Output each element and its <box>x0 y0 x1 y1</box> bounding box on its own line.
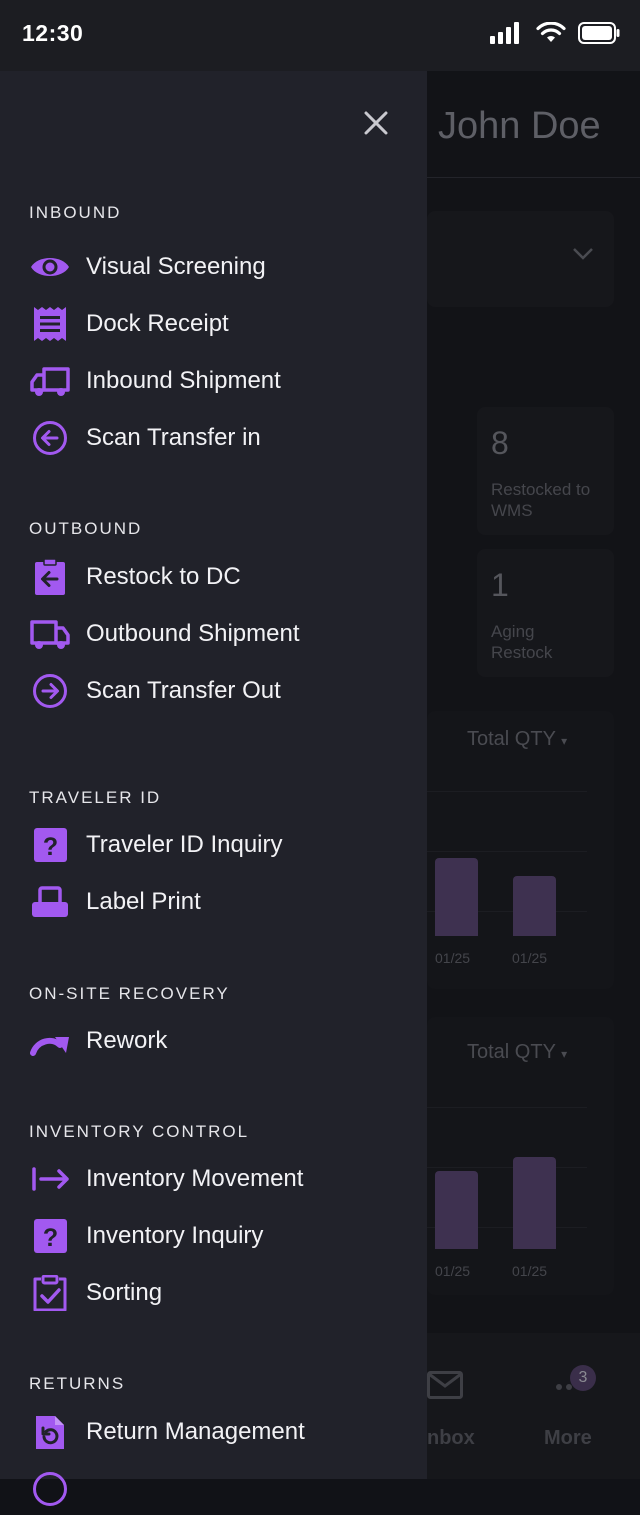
section-title-on-site-recovery: ON-SITE RECOVERY <box>29 984 230 1003</box>
status-time: 12:30 <box>22 20 84 46</box>
chart-date: 01/25 <box>435 1263 471 1279</box>
menu-label: Inbound Shipment <box>86 367 281 394</box>
menu-item-scan-transfer-in[interactable]: Scan Transfer in <box>0 412 427 464</box>
menu-item-partial[interactable] <box>0 1463 427 1515</box>
truck-outline-icon <box>30 620 70 649</box>
question-square-icon: ? <box>34 828 67 862</box>
close-icon[interactable] <box>358 105 394 141</box>
navigation-drawer: INBOUND Visual Screening Dock Receipt In… <box>0 71 427 1506</box>
menu-item-label-print[interactable]: Label Print <box>0 876 427 928</box>
user-name: John Doe <box>438 105 601 147</box>
clipboard-check-icon <box>33 1275 67 1311</box>
section-title-outbound: OUTBOUND <box>29 519 143 538</box>
svg-text:?: ? <box>43 1224 58 1252</box>
menu-label: Scan Transfer in <box>86 424 261 451</box>
chart-selector[interactable]: Total QTY ▾ <box>467 728 567 751</box>
menu-item-visual-screening[interactable]: Visual Screening <box>0 241 427 293</box>
menu-label: Rework <box>86 1027 168 1054</box>
svg-text:?: ? <box>43 833 58 861</box>
arrow-circle-left-icon <box>33 421 67 455</box>
receipt-icon <box>34 307 66 341</box>
file-return-icon <box>36 1416 64 1449</box>
section-title-traveler-id: TRAVELER ID <box>29 788 162 807</box>
menu-item-inventory-movement[interactable]: Inventory Movement <box>0 1153 427 1205</box>
chart-date: 01/25 <box>435 950 471 966</box>
section-title-inbound: INBOUND <box>29 203 122 222</box>
chart-date: 01/25 <box>512 950 548 966</box>
menu-label: Inventory Inquiry <box>86 1222 264 1249</box>
menu-label: Inventory Movement <box>86 1165 304 1192</box>
notification-badge: 3 <box>570 1365 596 1391</box>
wifi-icon <box>536 22 566 42</box>
chart-bar <box>513 876 556 936</box>
truck-icon <box>30 367 70 396</box>
header-divider <box>427 177 640 178</box>
mail-icon <box>427 1371 463 1399</box>
bottom-nav: nbox 3 More <box>427 1333 640 1479</box>
stat-label: Aging Restock <box>491 622 553 662</box>
menu-item-outbound-shipment[interactable]: Outbound Shipment <box>0 608 427 660</box>
status-bar: 12:30 <box>0 0 640 71</box>
battery-icon <box>578 22 620 44</box>
status-icons <box>490 22 620 44</box>
stat-label: Restocked to WMS <box>491 480 591 520</box>
redo-arrow-icon <box>30 1037 69 1056</box>
menu-item-inbound-shipment[interactable]: Inbound Shipment <box>0 355 427 407</box>
menu-item-return-management[interactable]: Return Management <box>0 1406 427 1458</box>
chart-card: Total QTY ▾ 01/25 01/25 <box>427 711 614 989</box>
menu-item-inventory-inquiry[interactable]: ? Inventory Inquiry <box>0 1210 427 1262</box>
menu-label: Dock Receipt <box>86 310 229 337</box>
menu-item-sorting[interactable]: Sorting <box>0 1267 427 1319</box>
chart-bar <box>435 858 478 936</box>
stat-value: 8 <box>491 425 509 461</box>
nav-more[interactable]: More <box>544 1427 592 1450</box>
filter-dropdown[interactable] <box>427 211 614 307</box>
menu-label: Traveler ID Inquiry <box>86 831 283 858</box>
eye-icon <box>31 258 69 276</box>
chart-bar <box>513 1157 556 1249</box>
menu-item-dock-receipt[interactable]: Dock Receipt <box>0 298 427 350</box>
chart-bar <box>435 1171 478 1249</box>
chart-selector[interactable]: Total QTY ▾ <box>467 1041 567 1064</box>
menu-label: Return Management <box>86 1418 305 1445</box>
question-square-icon: ? <box>34 1219 67 1253</box>
arrow-to-right-icon <box>32 1167 69 1191</box>
circle-icon <box>33 1472 67 1506</box>
menu-item-traveler-id-inquiry[interactable]: ? Traveler ID Inquiry <box>0 819 427 871</box>
section-title-inventory-control: INVENTORY CONTROL <box>29 1122 250 1141</box>
signal-icon <box>490 22 519 44</box>
chart-date: 01/25 <box>512 1263 548 1279</box>
menu-item-scan-transfer-out[interactable]: Scan Transfer Out <box>0 665 427 717</box>
chart-card: Total QTY ▾ 01/25 01/25 <box>427 1017 614 1295</box>
chevron-down-icon <box>573 248 593 260</box>
menu-label: Scan Transfer Out <box>86 677 281 704</box>
arrow-circle-right-icon <box>33 674 67 708</box>
menu-item-rework[interactable]: Rework <box>0 1015 427 1067</box>
nav-inbox[interactable]: nbox <box>427 1427 475 1450</box>
menu-label: Outbound Shipment <box>86 620 300 647</box>
menu-item-restock-to-dc[interactable]: Restock to DC <box>0 551 427 603</box>
stat-value: 1 <box>491 567 509 603</box>
clipboard-arrow-icon <box>35 559 65 595</box>
menu-label: Restock to DC <box>86 563 241 590</box>
menu-label: Visual Screening <box>86 253 266 280</box>
stat-card: 1 Aging Restock <box>477 549 614 677</box>
menu-label: Sorting <box>86 1279 163 1306</box>
printer-icon <box>32 886 68 917</box>
stat-card: 8 Restocked to WMS <box>477 407 614 535</box>
menu-label: Label Print <box>86 888 201 915</box>
section-title-returns: RETURNS <box>29 1374 126 1393</box>
